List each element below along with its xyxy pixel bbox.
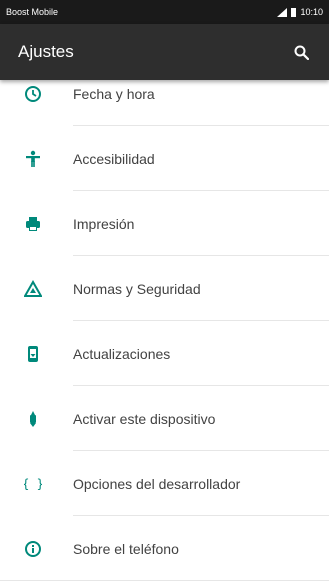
settings-item-label: Activar este dispositivo bbox=[73, 410, 216, 427]
settings-item-impresion[interactable]: Impresión bbox=[0, 191, 329, 256]
accessibility-icon bbox=[23, 149, 43, 169]
svg-text:{ }: { } bbox=[24, 477, 42, 491]
info-icon bbox=[23, 539, 43, 559]
settings-item-label: Sobre el teléfono bbox=[73, 540, 179, 557]
settings-list: Fecha y hora Accesibilidad Impresión Nor… bbox=[0, 61, 329, 581]
carrier-label: Boost Mobile bbox=[6, 7, 59, 17]
settings-item-label: Normas y Seguridad bbox=[73, 280, 201, 297]
settings-item-opciones-del-desarrollador[interactable]: { } Opciones del desarrollador bbox=[0, 451, 329, 516]
warning-triangle-icon bbox=[23, 279, 43, 299]
system-update-icon bbox=[23, 344, 43, 364]
settings-item-label: Fecha y hora bbox=[73, 85, 155, 102]
settings-item-sobre-el-telefono[interactable]: Sobre el teléfono bbox=[0, 516, 329, 581]
search-button[interactable] bbox=[291, 42, 311, 62]
search-icon bbox=[294, 45, 309, 60]
settings-item-label: Accesibilidad bbox=[73, 150, 155, 167]
status-bar: Boost Mobile 10:10 bbox=[0, 0, 329, 24]
printer-icon bbox=[23, 214, 43, 234]
clock-icon bbox=[23, 84, 43, 104]
status-time: 10:10 bbox=[300, 7, 323, 17]
settings-item-normas-y-seguridad[interactable]: Normas y Seguridad bbox=[0, 256, 329, 321]
app-bar: Ajustes bbox=[0, 24, 329, 80]
activate-device-icon bbox=[23, 409, 43, 429]
developer-braces-icon: { } bbox=[23, 474, 43, 494]
settings-item-accesibilidad[interactable]: Accesibilidad bbox=[0, 126, 329, 191]
settings-item-activar-este-dispositivo[interactable]: Activar este dispositivo bbox=[0, 386, 329, 451]
battery-icon bbox=[291, 7, 297, 17]
settings-item-label: Impresión bbox=[73, 215, 135, 232]
settings-item-label: Actualizaciones bbox=[73, 345, 171, 362]
settings-item-label: Opciones del desarrollador bbox=[73, 475, 241, 492]
status-icons: 10:10 bbox=[277, 7, 323, 17]
settings-item-actualizaciones[interactable]: Actualizaciones bbox=[0, 321, 329, 386]
signal-icon bbox=[277, 7, 288, 17]
page-title: Ajustes bbox=[18, 42, 74, 61]
